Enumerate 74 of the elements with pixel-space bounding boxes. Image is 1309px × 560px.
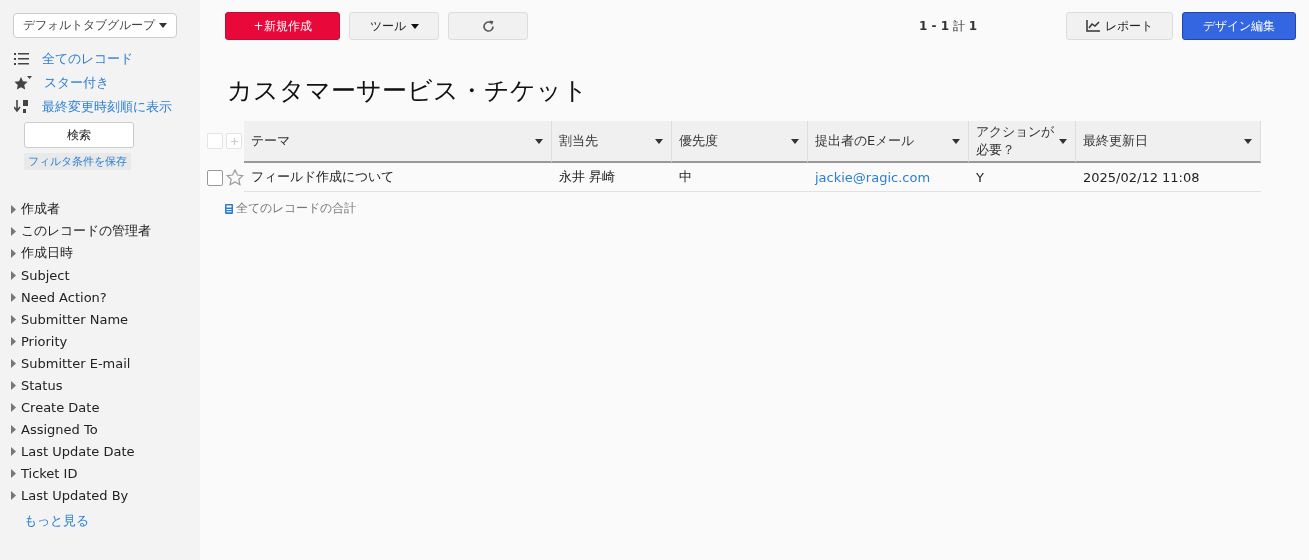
filter-field[interactable]: 作成日時 — [21, 244, 73, 262]
filter-field[interactable]: このレコードの管理者 — [21, 222, 151, 240]
filter-field[interactable]: Last Update Date — [21, 443, 135, 459]
expand-icon — [11, 402, 16, 412]
caret-icon — [791, 138, 799, 144]
expand-icon — [11, 358, 16, 368]
column-header[interactable]: 提出者のEメール — [808, 121, 969, 163]
refresh-icon — [481, 19, 495, 33]
save-filter-link[interactable]: フィルタ条件を保存 — [24, 153, 131, 170]
email-link[interactable]: jackie@ragic.com — [815, 169, 931, 185]
expand-icon — [11, 490, 16, 500]
caret-icon — [159, 23, 167, 28]
add-button[interactable] — [226, 133, 242, 149]
table-cell: フィールド作成について — [244, 163, 552, 192]
expand-icon — [11, 248, 16, 258]
calculator-icon — [225, 203, 233, 214]
column-header[interactable]: 割当先 — [552, 121, 672, 163]
expand-icon — [11, 204, 16, 214]
view-link[interactable]: スター付き — [44, 74, 109, 92]
filter-field[interactable]: 作成者 — [21, 200, 60, 218]
filter-field[interactable]: Last Updated By — [21, 487, 129, 503]
star-icon — [14, 75, 32, 91]
filter-field[interactable]: Ticket ID — [21, 465, 78, 481]
report-button[interactable]: レポート — [1066, 12, 1173, 40]
record-count: 1 - 1 計 1 — [918, 17, 977, 35]
view-link[interactable]: 全てのレコード — [42, 50, 133, 68]
caret-icon — [410, 23, 419, 29]
total-label: 全てのレコードの合計 — [236, 200, 356, 217]
new-record-button[interactable]: +新規作成 — [225, 12, 340, 40]
expand-icon — [11, 336, 16, 346]
table-cell: 2025/02/12 11:08 — [1076, 163, 1261, 192]
select-all-checkbox[interactable] — [207, 133, 223, 149]
more-link[interactable]: もっと見る — [24, 512, 200, 530]
expand-icon — [11, 446, 16, 456]
tools-button[interactable]: ツール — [349, 12, 439, 40]
filter-field[interactable]: Status — [21, 377, 63, 393]
caret-icon — [655, 138, 663, 144]
column-header[interactable]: 最終更新日 — [1076, 121, 1261, 163]
filter-field[interactable]: Need Action? — [21, 289, 107, 305]
sort-icon — [14, 100, 30, 114]
expand-icon — [11, 380, 16, 390]
page-title: カスタマーサービス・チケット — [227, 75, 589, 107]
tab-group-dropdown[interactable]: デフォルトタブグループ — [13, 13, 177, 38]
star-icon[interactable] — [226, 169, 244, 186]
caret-icon — [535, 138, 543, 144]
refresh-button[interactable] — [448, 12, 528, 40]
design-button[interactable]: デザイン編集 — [1182, 12, 1296, 40]
table-cell: 永井 昇崎 — [552, 163, 672, 192]
chart-icon — [1086, 20, 1100, 32]
filter-field[interactable]: Create Date — [21, 399, 100, 415]
filter-field[interactable]: Assigned To — [21, 421, 98, 437]
expand-icon — [11, 292, 16, 302]
column-header[interactable]: テーマ — [244, 121, 552, 163]
filter-field[interactable]: Submitter Name — [21, 311, 129, 327]
caret-icon — [952, 138, 960, 144]
expand-icon — [11, 314, 16, 324]
caret-icon — [1059, 138, 1067, 144]
plus-icon — [230, 137, 238, 145]
column-header[interactable]: アクションが必要？ — [969, 121, 1076, 163]
expand-icon — [11, 424, 16, 434]
filter-field[interactable]: Priority — [21, 333, 68, 349]
expand-icon — [11, 226, 16, 236]
caret-icon — [1244, 138, 1252, 144]
view-link[interactable]: 最終変更時刻順に表示 — [42, 98, 172, 116]
row-checkbox[interactable] — [207, 169, 223, 186]
expand-icon — [11, 468, 16, 478]
list-icon — [14, 53, 30, 65]
column-header[interactable]: 優先度 — [672, 121, 808, 163]
search-button[interactable]: 検索 — [24, 122, 134, 148]
filter-field[interactable]: Subject — [21, 267, 70, 283]
table-cell: Y — [969, 163, 1076, 192]
expand-icon — [11, 270, 16, 280]
table-cell: 中 — [672, 163, 808, 192]
filter-field[interactable]: Submitter E-mail — [21, 355, 131, 371]
